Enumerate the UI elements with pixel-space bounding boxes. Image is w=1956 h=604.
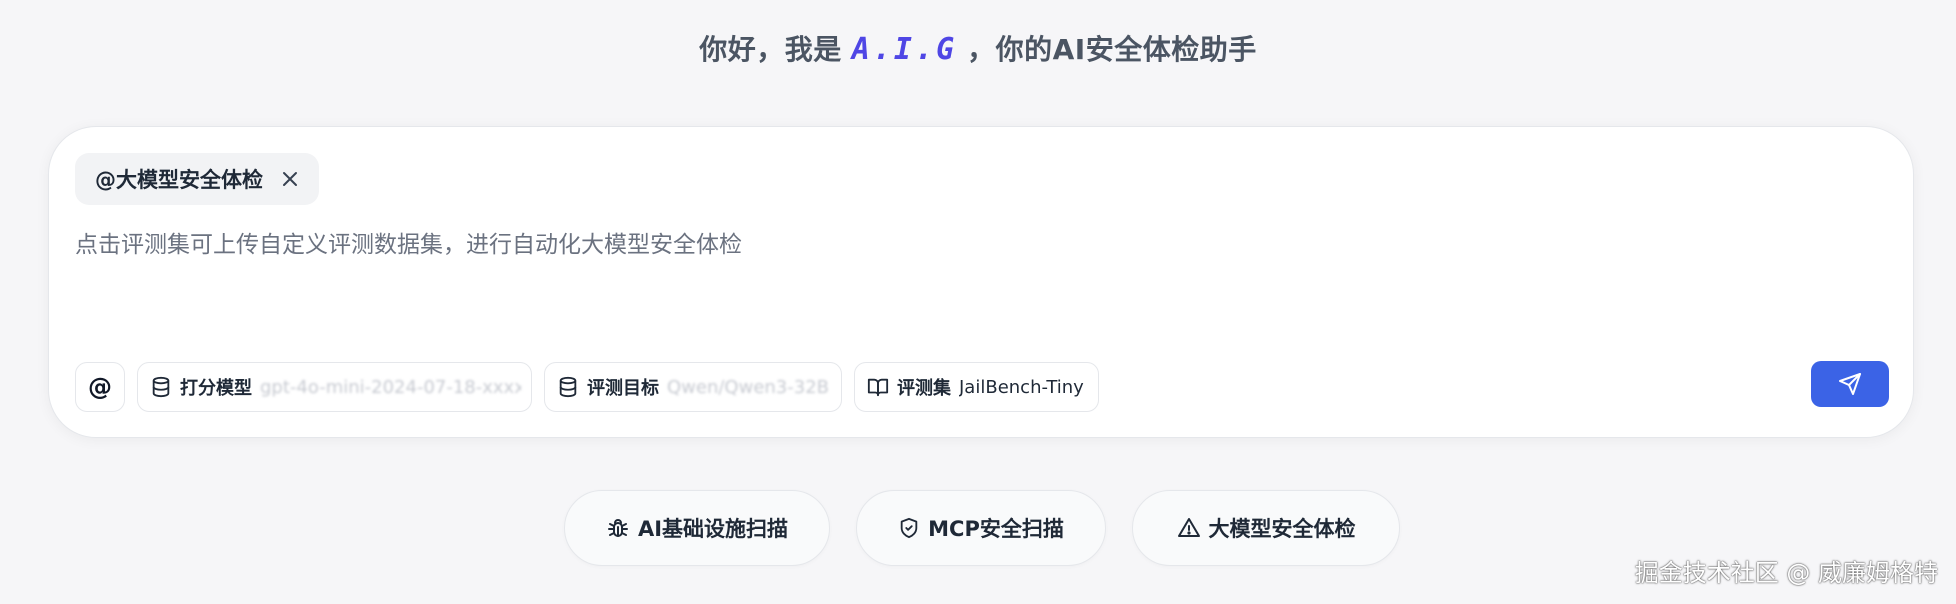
mention-button[interactable]: @: [75, 362, 125, 412]
greeting-suffix: ，你的AI安全体检助手: [967, 33, 1257, 66]
send-icon: [1838, 372, 1862, 396]
dataset-label: 评测集: [897, 378, 951, 399]
mention-label: @: [88, 373, 112, 401]
mcp-scan-button[interactable]: MCP安全扫描: [856, 490, 1106, 566]
watermark: 掘金技术社区 @ 威廉姆格特: [1634, 559, 1938, 587]
prompt-input[interactable]: [75, 225, 1775, 305]
scoring-model-label: 打分模型: [180, 378, 252, 399]
greeting-title: 你好，我是 A.I.G ，你的AI安全体检助手: [0, 28, 1956, 68]
composer-card: @大模型安全体检 @ 打分模型 gpt-4o-mini-2024-07-18-x…: [48, 126, 1914, 438]
eval-target-selector[interactable]: 评测目标 Qwen/Qwen3-32B: [544, 362, 842, 412]
book-icon: [867, 376, 889, 398]
warning-icon: [1177, 516, 1201, 540]
composer-toolbar: @ 打分模型 gpt-4o-mini-2024-07-18-xxxxxxx: [75, 361, 1099, 413]
bug-icon: [606, 516, 630, 540]
mcp-scan-label: MCP安全扫描: [928, 517, 1064, 541]
send-button[interactable]: [1811, 361, 1889, 407]
quick-actions: AI基础设施扫描 MCP安全扫描 大模型安全体检: [564, 490, 1400, 566]
brand-logo: A.I.G: [851, 32, 958, 67]
mode-chip: @大模型安全体检: [75, 153, 319, 205]
database-icon: [150, 376, 172, 398]
eval-target-label: 评测目标: [587, 378, 659, 399]
llm-checkup-label: 大模型安全体检: [1208, 517, 1356, 541]
database-icon: [557, 376, 579, 398]
dataset-value: JailBench-Tiny: [959, 376, 1084, 398]
llm-checkup-button[interactable]: 大模型安全体检: [1132, 490, 1400, 566]
greeting-prefix: 你好，我是: [699, 33, 842, 66]
eval-target-value: Qwen/Qwen3-32B: [667, 376, 830, 398]
ai-infra-scan-button[interactable]: AI基础设施扫描: [564, 490, 830, 566]
ai-infra-scan-label: AI基础设施扫描: [637, 517, 789, 541]
dataset-selector[interactable]: 评测集 JailBench-Tiny: [854, 362, 1099, 412]
scoring-model-value: gpt-4o-mini-2024-07-18-xxxxxxx: [260, 376, 521, 398]
scoring-model-selector[interactable]: 打分模型 gpt-4o-mini-2024-07-18-xxxxxxx: [137, 362, 532, 412]
close-icon[interactable]: [279, 168, 301, 190]
mode-chip-label: @大模型安全体检: [95, 168, 263, 192]
shield-icon: [898, 517, 920, 539]
